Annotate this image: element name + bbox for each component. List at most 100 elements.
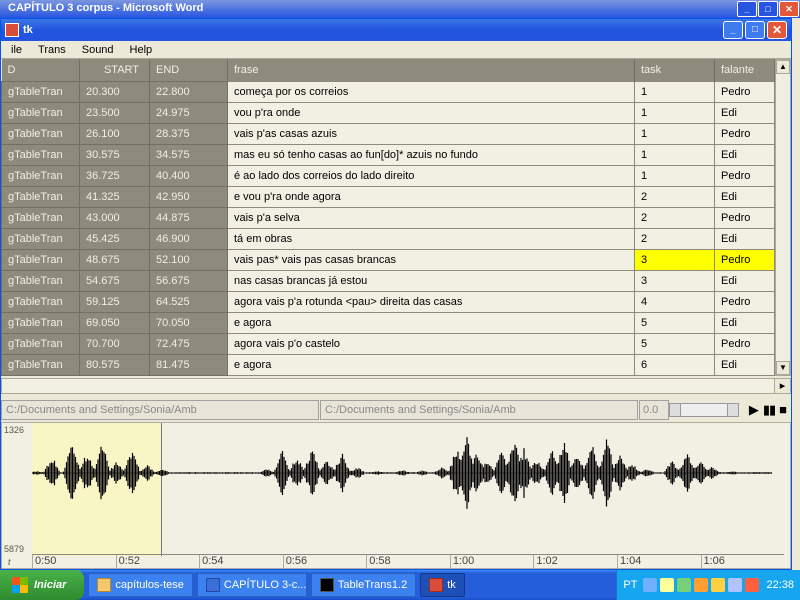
audio-path-1[interactable]: C:/Documents and Settings/Sonia/Amb — [1, 400, 319, 420]
cell-falante[interactable]: Pedro — [715, 249, 775, 270]
tray-icon[interactable] — [643, 578, 657, 592]
close-button[interactable]: ✕ — [767, 21, 787, 39]
tray-icon[interactable] — [660, 578, 674, 592]
cell-end[interactable]: 40.400 — [150, 165, 228, 186]
cell-task[interactable]: 3 — [635, 249, 715, 270]
cell-falante[interactable]: Pedro — [715, 333, 775, 354]
cell-falante[interactable]: Edi — [715, 102, 775, 123]
scroll-down-arrow-icon[interactable]: ▼ — [776, 361, 790, 375]
system-tray[interactable]: PT 22:38 — [616, 570, 800, 600]
cell-start[interactable]: 54.675 — [80, 270, 150, 291]
cell-frase[interactable]: e vou p'ra onde agora — [228, 186, 635, 207]
start-button[interactable]: Iniciar — [0, 570, 84, 600]
cell-id[interactable]: gTableTran — [2, 249, 80, 270]
cell-start[interactable]: 30.575 — [80, 144, 150, 165]
col-task[interactable]: task — [635, 59, 715, 81]
cell-id[interactable]: gTableTran — [2, 228, 80, 249]
cell-falante[interactable]: Edi — [715, 270, 775, 291]
cell-id[interactable]: gTableTran — [2, 333, 80, 354]
table-row[interactable]: gTableTran26.10028.375vais p'as casas az… — [2, 123, 791, 144]
cell-end[interactable]: 42.950 — [150, 186, 228, 207]
cell-falante[interactable]: Edi — [715, 354, 775, 375]
cell-end[interactable]: 34.575 — [150, 144, 228, 165]
scroll-right-arrow-icon[interactable]: ▸ — [774, 379, 790, 393]
cell-id[interactable]: gTableTran — [2, 165, 80, 186]
audio-path-2[interactable]: C:/Documents and Settings/Sonia/Amb — [320, 400, 638, 420]
cell-id[interactable]: gTableTran — [2, 123, 80, 144]
taskbar[interactable]: Iniciar capítulos-teseCAPÍTULO 3-c...Tab… — [0, 570, 800, 600]
taskbar-item[interactable]: CAPÍTULO 3-c... — [197, 573, 307, 597]
col-falante[interactable]: falante — [715, 59, 775, 81]
cell-id[interactable]: gTableTran — [2, 144, 80, 165]
cell-falante[interactable]: Edi — [715, 228, 775, 249]
cell-end[interactable]: 64.525 — [150, 291, 228, 312]
taskbar-item[interactable]: TableTrans1.2 — [311, 573, 416, 597]
cell-falante[interactable]: Edi — [715, 144, 775, 165]
cell-id[interactable]: gTableTran — [2, 102, 80, 123]
cell-task[interactable]: 5 — [635, 333, 715, 354]
cell-start[interactable]: 36.725 — [80, 165, 150, 186]
table-row[interactable]: gTableTran70.70072.475agora vais p'o cas… — [2, 333, 791, 354]
taskbar-item[interactable]: capítulos-tese — [88, 573, 192, 597]
table-row[interactable]: gTableTran30.57534.575mas eu só tenho ca… — [2, 144, 791, 165]
cell-frase[interactable]: nas casas brancas já estou — [228, 270, 635, 291]
cell-falante[interactable]: Pedro — [715, 165, 775, 186]
tray-icon[interactable] — [677, 578, 691, 592]
cell-task[interactable]: 2 — [635, 186, 715, 207]
cell-task[interactable]: 1 — [635, 81, 715, 102]
table-row[interactable]: gTableTran69.05070.050e agora5Edi — [2, 312, 791, 333]
tray-icon[interactable] — [694, 578, 708, 592]
table-row[interactable]: gTableTran54.67556.675nas casas brancas … — [2, 270, 791, 291]
table-row[interactable]: gTableTran23.50024.975vou p'ra onde1Edi — [2, 102, 791, 123]
menu-file[interactable]: ile — [3, 42, 30, 58]
stop-icon[interactable]: ■ — [779, 403, 787, 416]
col-frase[interactable]: frase — [228, 59, 635, 81]
cell-id[interactable]: gTableTran — [2, 312, 80, 333]
col-start[interactable]: START — [80, 59, 150, 81]
cell-task[interactable]: 2 — [635, 228, 715, 249]
zoom-value[interactable]: 0.0 — [639, 400, 669, 420]
cell-end[interactable]: 52.100 — [150, 249, 228, 270]
cell-frase[interactable]: vou p'ra onde — [228, 102, 635, 123]
cell-end[interactable]: 44.875 — [150, 207, 228, 228]
cell-start[interactable]: 20.300 — [80, 81, 150, 102]
cell-frase[interactable]: agora vais p'a rotunda <pau> direita das… — [228, 291, 635, 312]
language-indicator[interactable]: PT — [623, 579, 637, 591]
cell-start[interactable]: 43.000 — [80, 207, 150, 228]
taskbar-item[interactable]: tk — [420, 573, 465, 597]
cell-end[interactable]: 24.975 — [150, 102, 228, 123]
table-row[interactable]: gTableTran80.57581.475e agora6Edi — [2, 354, 791, 375]
cell-end[interactable]: 72.475 — [150, 333, 228, 354]
cell-task[interactable]: 1 — [635, 123, 715, 144]
waveform-panel[interactable]: 1326 5879 t 0:500:520:540:560:581:001:02… — [1, 422, 791, 570]
minimize-button[interactable]: _ — [723, 21, 743, 39]
bg-minimize-button[interactable]: _ — [737, 1, 757, 17]
cell-id[interactable]: gTableTran — [2, 291, 80, 312]
cell-task[interactable]: 1 — [635, 102, 715, 123]
cell-falante[interactable]: Pedro — [715, 291, 775, 312]
cell-start[interactable]: 80.575 — [80, 354, 150, 375]
pause-icon[interactable]: ▮▮ — [763, 403, 775, 416]
cell-task[interactable]: 2 — [635, 207, 715, 228]
cell-start[interactable]: 45.425 — [80, 228, 150, 249]
col-end[interactable]: END — [150, 59, 228, 81]
cell-start[interactable]: 48.675 — [80, 249, 150, 270]
cell-falante[interactable]: Pedro — [715, 207, 775, 228]
cell-id[interactable]: gTableTran — [2, 186, 80, 207]
bg-maximize-button[interactable]: □ — [758, 1, 778, 17]
cell-start[interactable]: 59.125 — [80, 291, 150, 312]
cell-start[interactable]: 23.500 — [80, 102, 150, 123]
cell-id[interactable]: gTableTran — [2, 354, 80, 375]
cell-end[interactable]: 56.675 — [150, 270, 228, 291]
cell-task[interactable]: 1 — [635, 165, 715, 186]
cell-start[interactable]: 70.700 — [80, 333, 150, 354]
cell-task[interactable]: 6 — [635, 354, 715, 375]
cell-end[interactable]: 70.050 — [150, 312, 228, 333]
maximize-button[interactable]: □ — [745, 21, 765, 39]
bg-close-button[interactable]: ✕ — [779, 1, 799, 17]
table-row[interactable]: gTableTran41.32542.950e vou p'ra onde ag… — [2, 186, 791, 207]
cell-frase[interactable]: tá em obras — [228, 228, 635, 249]
cell-end[interactable]: 81.475 — [150, 354, 228, 375]
titlebar[interactable]: tk _ □ ✕ — [1, 19, 791, 41]
cell-frase[interactable]: vais pas* vais pas casas brancas — [228, 249, 635, 270]
